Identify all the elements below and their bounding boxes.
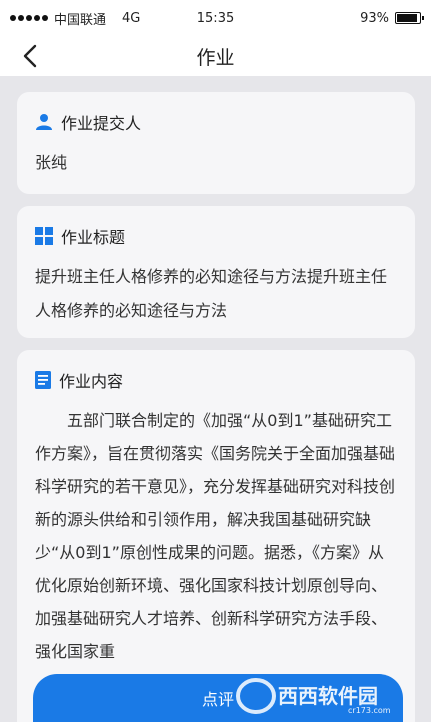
back-button[interactable] bbox=[12, 36, 48, 76]
status-bar: 中国联通 4G 15:35 93% bbox=[0, 0, 431, 36]
network-type: 4G bbox=[122, 10, 141, 26]
title-card: 作业标题 提升班主任人格修养的必知途径与方法提升班主任人格修养的必知途径与方法 bbox=[17, 206, 415, 338]
submitter-label: 作业提交人 bbox=[61, 114, 142, 133]
nav-bar: 作业 bbox=[0, 36, 431, 76]
title-label: 作业标题 bbox=[61, 228, 126, 247]
user-icon bbox=[36, 114, 52, 130]
status-left: 中国联通 4G bbox=[10, 9, 140, 28]
grid-icon bbox=[35, 227, 53, 245]
battery-fill bbox=[397, 14, 418, 22]
battery-percent: 93% bbox=[360, 10, 389, 26]
watermark-logo: 西西软件园 cr173.com bbox=[236, 676, 411, 716]
homework-content-text: 五部门联合制定的《加强“从0到1”基础研究工作方案》，旨在贯彻落实《国务院关于全… bbox=[35, 411, 396, 661]
title-header: 作业标题 bbox=[35, 224, 397, 248]
svg-text:西西软件园: 西西软件园 bbox=[278, 684, 378, 708]
content-header: 作业内容 bbox=[35, 368, 397, 392]
chevron-left-icon bbox=[23, 44, 37, 68]
status-right: 93% bbox=[360, 10, 424, 26]
homework-title-text: 提升班主任人格修养的必知途径与方法提升班主任人格修养的必知途径与方法 bbox=[35, 267, 388, 320]
comment-button-label: 点评 bbox=[201, 690, 234, 709]
content-card: 作业内容 五部门联合制定的《加强“从0到1”基础研究工作方案》，旨在贯彻落实《国… bbox=[17, 350, 415, 722]
document-icon bbox=[35, 371, 51, 389]
content-label: 作业内容 bbox=[59, 372, 124, 391]
submitter-name: 张纯 bbox=[35, 153, 68, 172]
svg-text:cr173.com: cr173.com bbox=[348, 706, 391, 715]
watermark-logo-icon: 西西软件园 cr173.com bbox=[236, 678, 391, 715]
signal-strength-icon bbox=[10, 15, 48, 21]
carrier-label: 中国联通 bbox=[54, 12, 107, 28]
battery-icon bbox=[395, 12, 424, 24]
content-area[interactable]: 作业提交人 张纯 作业标题 提升班主任人格修养的必知途径与方法提升班主任人格修养… bbox=[0, 76, 431, 722]
page-title: 作业 bbox=[196, 46, 235, 69]
submitter-card: 作业提交人 张纯 bbox=[17, 92, 415, 194]
submitter-header: 作业提交人 bbox=[35, 110, 397, 134]
